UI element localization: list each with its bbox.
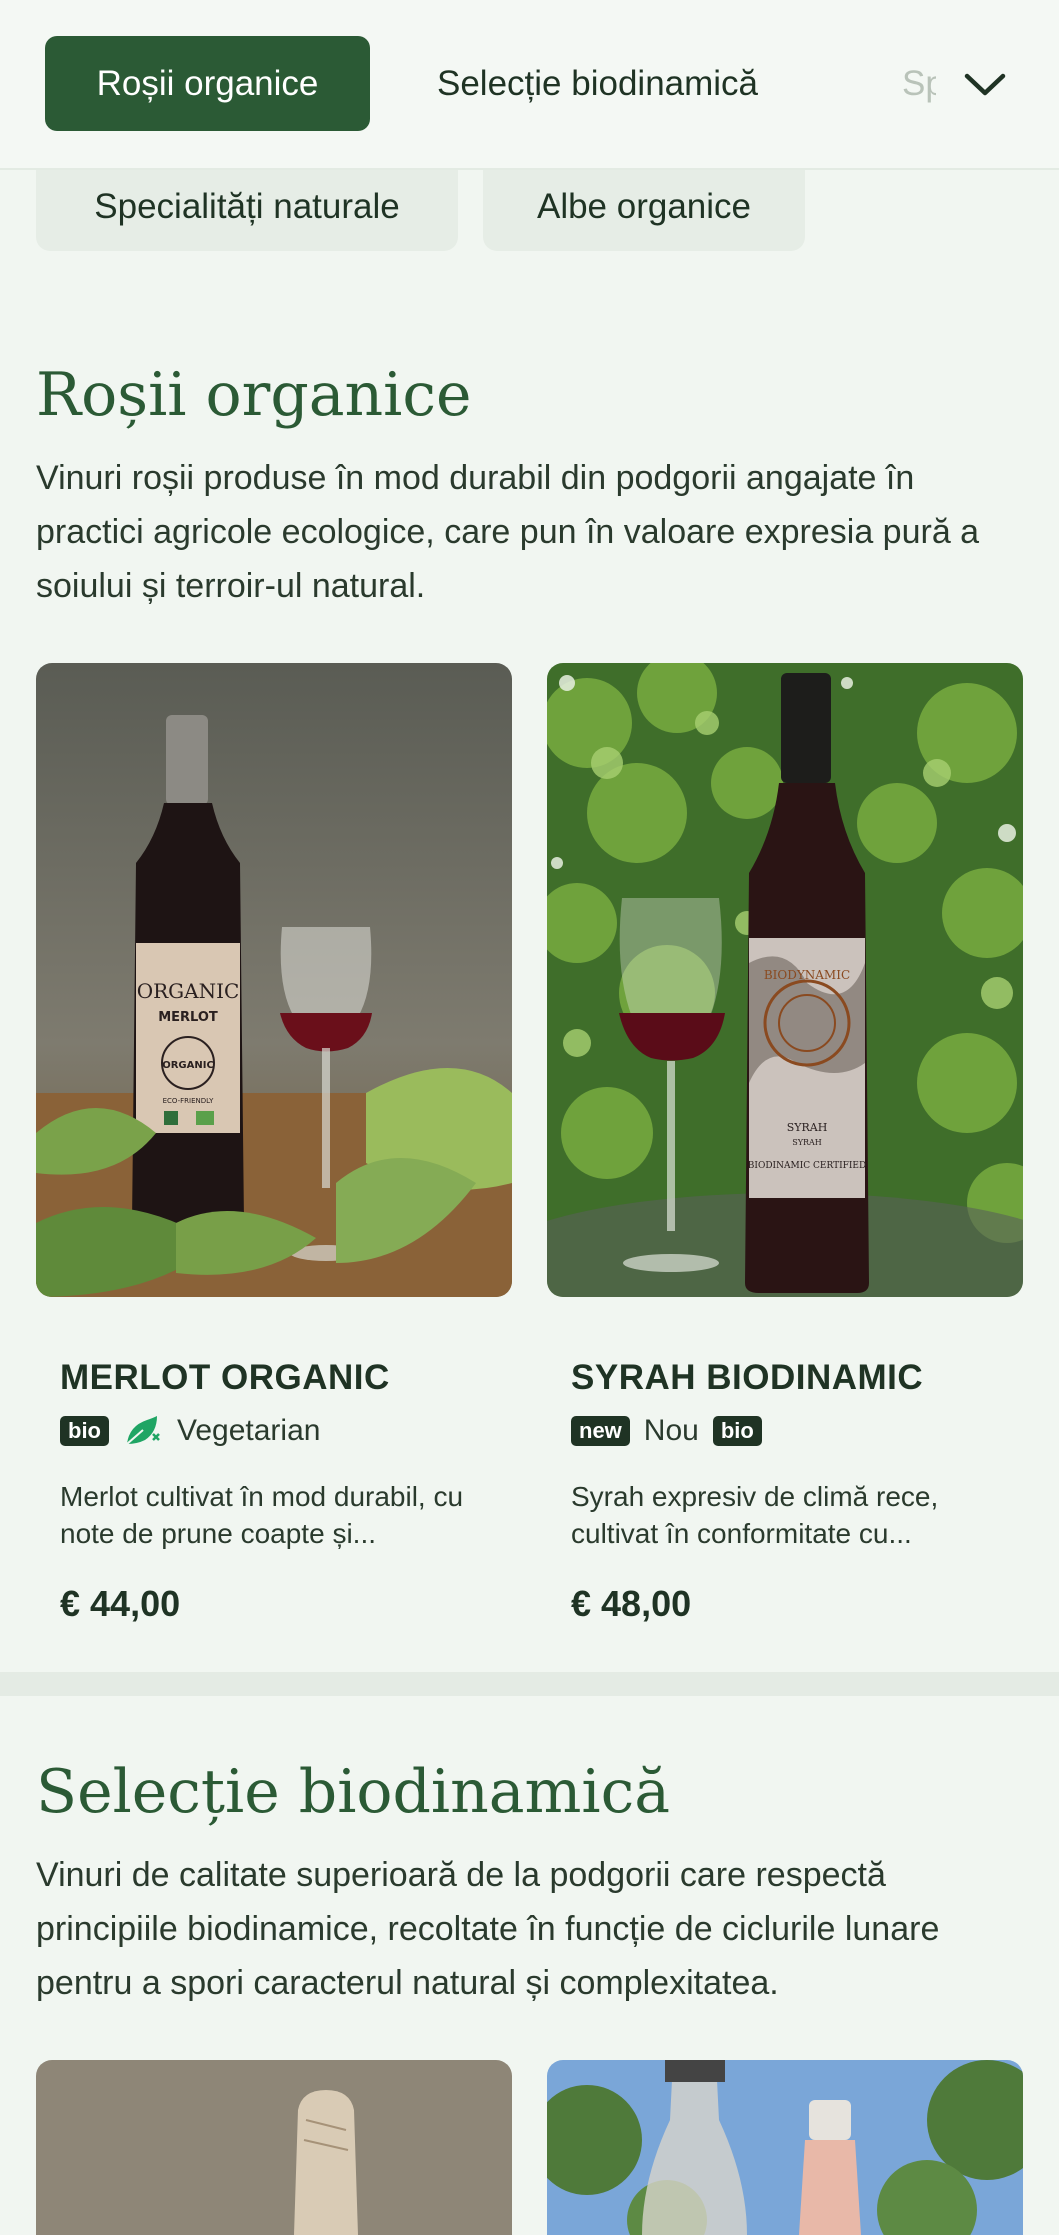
- section-description: Vinuri de calitate superioară de la podg…: [36, 1856, 940, 2002]
- product-image-syrah[interactable]: BIODYNAMIC SYRAH SYRAH BIODINAMIC CERTIF…: [547, 663, 1023, 1297]
- tag-vegetarian: Vegetarian: [177, 1414, 321, 1447]
- bottle-label-text: ORGANIC: [137, 979, 240, 1003]
- chevron-down-icon[interactable]: [960, 60, 1010, 110]
- product-description: Merlot cultivat în mod durabil, cu note …: [60, 1481, 464, 1549]
- tab-specialitati-naturale[interactable]: Specialități naturale: [36, 163, 458, 251]
- bottle-label-text: BIODINAMIC CERTIFIED: [748, 1161, 866, 1171]
- product-tags: new Nou bio: [571, 1411, 762, 1451]
- product-name[interactable]: SYRAH BIODINAMIC: [571, 1358, 923, 1398]
- bottle-label-text: SYRAH: [792, 1138, 822, 1147]
- product-card-merlot[interactable]: ORGANIC MERLOT ORGANIC ECO-FRIENDLY MERL…: [36, 663, 512, 1624]
- product-image-partial[interactable]: [36, 2060, 512, 2235]
- tag-nou: Nou: [643, 1414, 699, 1447]
- product-price: € 48,00: [571, 1583, 692, 1624]
- section-description: Vinuri roșii produse în mod durabil din …: [36, 459, 980, 605]
- tab-albe-organice[interactable]: Albe organice: [483, 163, 805, 251]
- badge-bio: bio: [60, 1416, 109, 1446]
- product-price: € 44,00: [60, 1583, 181, 1624]
- leaf-vegetarian-icon: [123, 1414, 163, 1448]
- badge-new: new: [571, 1416, 630, 1446]
- badge-bio: bio: [712, 1416, 762, 1446]
- tab-rosii-organice[interactable]: Roșii organice: [45, 36, 370, 131]
- section-title-selectie-biodinamica: Selecție biodinamică: [36, 1757, 670, 1827]
- bottle-label-text: SYRAH: [787, 1121, 828, 1134]
- bottle-label-text: ORGANIC: [162, 1060, 214, 1071]
- product-name[interactable]: MERLOT ORGANIC: [60, 1358, 390, 1398]
- tab-selectie-biodinamica[interactable]: Selecție biodinamică: [437, 36, 758, 131]
- section-divider: [0, 1672, 1059, 1696]
- product-tags: bio Vegetarian: [60, 1411, 320, 1451]
- bottle-label-text: BIODYNAMIC: [764, 968, 850, 982]
- bottle-label-text: ECO-FRIENDLY: [163, 1097, 215, 1105]
- product-image-partial[interactable]: [547, 2060, 1023, 2235]
- bottle-label-text: MERLOT: [158, 1010, 218, 1025]
- category-nav: Roșii organice Selecție biodinamică Sp: [0, 0, 1059, 170]
- product-image-merlot[interactable]: ORGANIC MERLOT ORGANIC ECO-FRIENDLY: [36, 663, 512, 1297]
- product-description: Syrah expresiv de climă rece, cultivat î…: [571, 1481, 939, 1549]
- section-title-rosii-organice: Roșii organice: [36, 360, 472, 430]
- tab-specialitati-truncated[interactable]: Sp: [902, 36, 936, 131]
- product-card-syrah[interactable]: BIODYNAMIC SYRAH SYRAH BIODINAMIC CERTIF…: [547, 663, 1023, 1624]
